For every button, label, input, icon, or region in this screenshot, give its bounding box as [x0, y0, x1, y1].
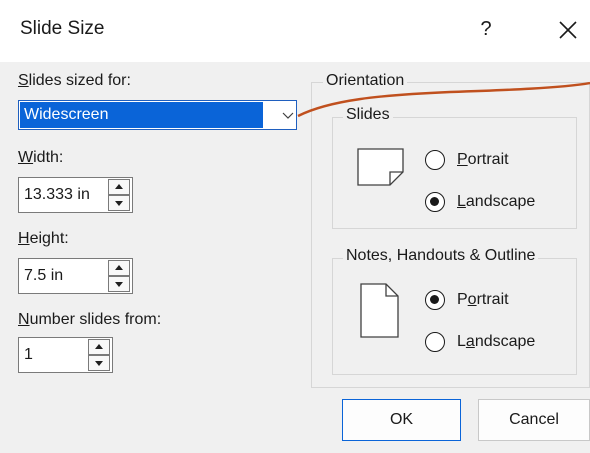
arrow-up-icon	[115, 184, 123, 189]
chevron-down-icon	[282, 112, 294, 119]
height-increase-button[interactable]	[108, 260, 130, 276]
number-slides-from-label: Number slides from:	[18, 311, 162, 328]
slide-size-dialog: Slide Size ? Slides sized for: Widescree…	[0, 0, 590, 453]
width-spinner[interactable]: 13.333 in	[18, 177, 133, 213]
title-bar: Slide Size ?	[0, 0, 590, 62]
ok-button[interactable]: OK	[342, 399, 461, 441]
slides-landscape-label[interactable]: Landscape	[457, 193, 535, 211]
arrow-down-icon	[115, 201, 123, 206]
arrow-up-icon	[115, 265, 123, 270]
notes-landscape-radio[interactable]	[425, 332, 445, 352]
height-spinner[interactable]: 7.5 in	[18, 258, 133, 294]
notes-portrait-radio[interactable]	[425, 290, 445, 310]
slides-sized-for-label: Slides sized for:	[18, 72, 131, 89]
height-decrease-button[interactable]	[108, 276, 130, 292]
orientation-label: Orientation	[323, 72, 408, 90]
arrow-down-icon	[95, 361, 103, 366]
portrait-page-icon	[360, 283, 399, 338]
slide-size-dropdown[interactable]: Widescreen	[18, 100, 297, 130]
height-value[interactable]: 7.5 in	[24, 259, 63, 293]
notes-group-label: Notes, Handouts & Outline	[343, 247, 539, 265]
arrow-down-icon	[115, 282, 123, 287]
help-button[interactable]: ?	[474, 14, 498, 44]
notes-portrait-label[interactable]: Portrait	[457, 291, 509, 309]
number-slides-spinner[interactable]: 1	[18, 337, 113, 373]
number-increase-button[interactable]	[88, 339, 110, 355]
slides-portrait-label[interactable]: Portrait	[457, 151, 509, 169]
width-value[interactable]: 13.333 in	[24, 178, 90, 212]
close-button[interactable]	[552, 12, 584, 48]
landscape-page-icon	[357, 148, 404, 186]
slides-landscape-radio[interactable]	[425, 192, 445, 212]
width-label: Width:	[18, 149, 64, 166]
cancel-button[interactable]: Cancel	[478, 399, 590, 441]
width-decrease-button[interactable]	[108, 195, 130, 211]
height-label: Height:	[18, 230, 69, 247]
width-increase-button[interactable]	[108, 179, 130, 195]
number-slides-value[interactable]: 1	[24, 338, 33, 372]
notes-landscape-label[interactable]: Landscape	[457, 333, 535, 351]
dropdown-button[interactable]	[281, 103, 295, 127]
number-decrease-button[interactable]	[88, 355, 110, 371]
close-icon	[559, 21, 577, 39]
dialog-title: Slide Size	[20, 18, 105, 39]
slides-group-label: Slides	[343, 106, 393, 124]
slides-portrait-radio[interactable]	[425, 150, 445, 170]
slide-size-value: Widescreen	[20, 102, 263, 128]
arrow-up-icon	[95, 344, 103, 349]
